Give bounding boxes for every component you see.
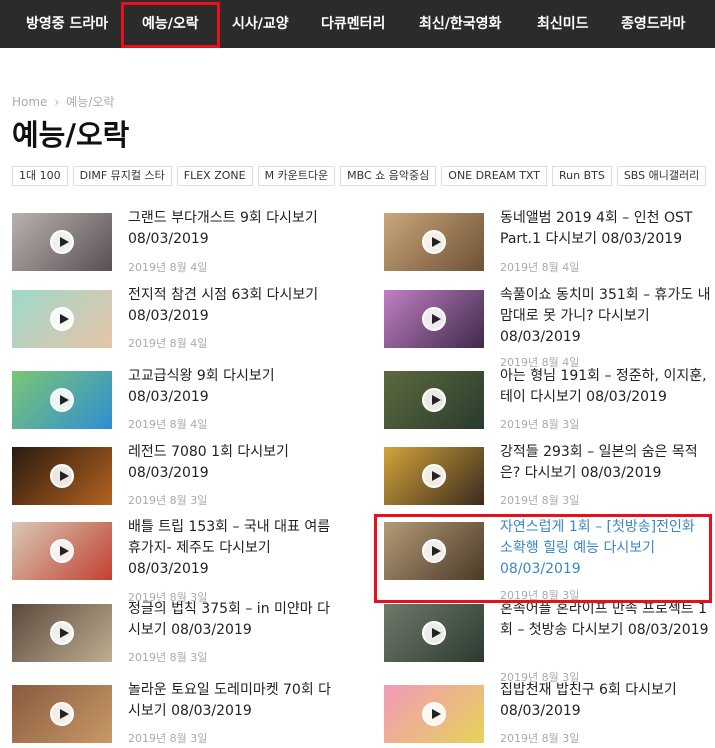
tag-item[interactable]: DIMF 뮤지컬 스타 (72, 166, 172, 186)
play-icon (422, 464, 446, 488)
play-icon (50, 307, 74, 331)
post-date: 2019년 8월 3일 (500, 732, 580, 745)
post-thumbnail[interactable] (12, 447, 112, 505)
post-title[interactable]: 고교급식왕 9회 다시보기 08/03/2019 (128, 366, 340, 408)
post-date: 2019년 8월 3일 (128, 651, 208, 664)
post-title[interactable]: 그랜드 부다개스트 9회 다시보기 08/03/2019 (128, 208, 340, 250)
top-navigation: 방영중 드라마 예능/오락 시사/교양 다큐멘터리 최신/한국영화 최신미드 종… (0, 0, 715, 48)
post-date: 2019년 8월 3일 (128, 494, 208, 507)
breadcrumb-separator: › (54, 95, 60, 109)
post-thumbnail[interactable] (384, 371, 484, 429)
play-icon (422, 388, 446, 412)
nav-item-ended-drama[interactable]: 종영드라마 (621, 0, 685, 48)
post-highlight-box (374, 514, 712, 603)
play-icon (50, 464, 74, 488)
breadcrumb-current: 예능/오락 (66, 95, 115, 109)
tag-item[interactable]: FLEX ZONE (176, 166, 253, 186)
post-title[interactable]: 아는 형님 191회 – 정준하, 이지훈, 테이 다시보기 08/03/201… (500, 366, 712, 408)
post-thumbnail[interactable] (384, 685, 484, 743)
post-thumbnail[interactable] (12, 213, 112, 271)
post-thumbnail[interactable] (384, 290, 484, 348)
play-icon (50, 621, 74, 645)
tag-item[interactable]: MBC 쇼 음악중심 (340, 166, 437, 186)
play-icon (422, 621, 446, 645)
play-icon (50, 702, 74, 726)
play-icon (50, 230, 74, 254)
breadcrumb-home-link[interactable]: Home (12, 95, 47, 109)
tag-list: 1대 100 DIMF 뮤지컬 스타 FLEX ZONE M 카운트다운 MBC 쇼 음… (12, 164, 711, 186)
post-thumbnail[interactable] (12, 604, 112, 662)
post-title[interactable]: 레전드 7080 1회 다시보기 08/03/2019 (128, 442, 340, 484)
post-thumbnail[interactable] (384, 604, 484, 662)
post-date: 2019년 8월 3일 (500, 418, 580, 431)
post-date: 2019년 8월 3일 (500, 494, 580, 507)
post-date: 2019년 8월 4일 (128, 261, 208, 274)
play-icon (422, 702, 446, 726)
tag-item[interactable]: M 카운트다운 (257, 166, 336, 186)
play-icon (422, 307, 446, 331)
post-title[interactable]: 배틀 트립 153회 – 국내 대표 여름 휴가지- 제주도 다시보기 08/0… (128, 517, 340, 580)
nav-item-current-affairs[interactable]: 시사/교양 (232, 0, 289, 48)
post-title[interactable]: 전지적 참견 시점 63회 다시보기 08/03/2019 (128, 285, 340, 327)
post-date: 2019년 8월 3일 (128, 732, 208, 745)
post-thumbnail[interactable] (12, 522, 112, 580)
post-thumbnail[interactable] (384, 213, 484, 271)
tag-item[interactable]: 1대 100 (12, 166, 68, 186)
nav-item-movies[interactable]: 최신/한국영화 (419, 0, 501, 48)
breadcrumb: Home › 예능/오락 (12, 93, 121, 110)
page-title: 예능/오락 (12, 118, 130, 152)
nav-item-documentary[interactable]: 다큐멘터리 (321, 0, 385, 48)
post-date: 2019년 8월 4일 (500, 261, 580, 274)
post-thumbnail[interactable] (12, 371, 112, 429)
post-thumbnail[interactable] (12, 290, 112, 348)
post-title[interactable]: 놀라운 토요일 도레미마켓 70회 다시보기 08/03/2019 (128, 680, 340, 722)
post-title[interactable]: 혼족어플 혼라이프 만족 프로젝트 1회 – 첫방송 다시보기 08/03/20… (500, 599, 712, 641)
play-icon (50, 539, 74, 563)
post-title[interactable]: 속풀이쇼 동치미 351회 – 휴가도 내 맘대로 못 가니? 다시보기 08/… (500, 285, 712, 348)
nav-item-us-drama[interactable]: 최신미드 (537, 0, 589, 48)
post-thumbnail[interactable] (12, 685, 112, 743)
post-date: 2019년 8월 4일 (128, 418, 208, 431)
tag-item[interactable]: SBS 애니갤러리 (616, 166, 707, 186)
tag-item[interactable]: ONE DREAM TXT (441, 166, 547, 186)
nav-item-airing-drama[interactable]: 방영중 드라마 (26, 0, 108, 48)
play-icon (422, 230, 446, 254)
post-thumbnail[interactable] (384, 447, 484, 505)
play-icon (50, 388, 74, 412)
post-title[interactable]: 강적들 293회 – 일본의 숨은 목적은? 다시보기 08/03/2019 (500, 442, 712, 484)
post-title[interactable]: 정글의 법칙 375회 – in 미얀마 다시보기 08/03/2019 (128, 599, 340, 641)
tag-item[interactable]: Run BTS (551, 166, 612, 186)
post-date: 2019년 8월 4일 (128, 337, 208, 350)
post-title[interactable]: 집밥천재 밥친구 6회 다시보기 08/03/2019 (500, 680, 712, 722)
nav-highlight-box (121, 2, 220, 48)
post-title[interactable]: 동네앨범 2019 4회 – 인천 OST Part.1 다시보기 08/03/… (500, 208, 712, 250)
